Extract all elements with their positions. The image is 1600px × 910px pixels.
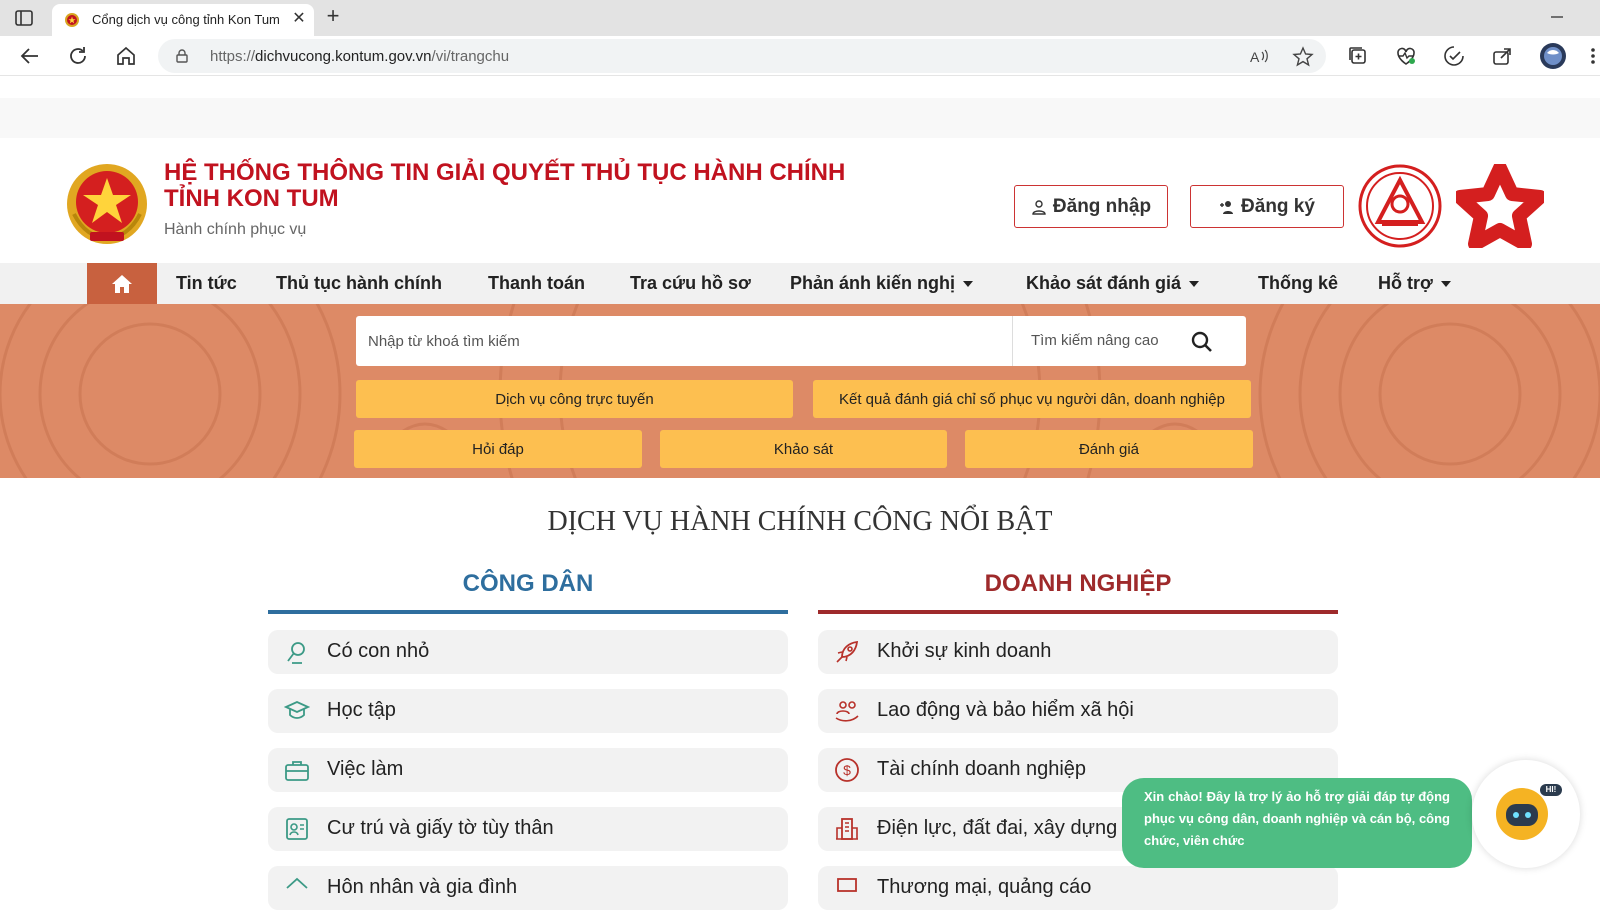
store-icon [834,875,860,901]
service-item-employment[interactable]: Việc làm [268,748,788,792]
nav-home-button[interactable] [87,263,157,304]
search-box: Tìm kiếm nâng cao [356,316,1246,366]
nav-item-lookup[interactable]: Tra cứu hồ sơ [630,273,751,294]
login-button[interactable]: Đăng nhập [1014,185,1168,228]
tab-citizen[interactable]: CÔNG DÂN [268,570,788,598]
rocket-icon [834,639,860,665]
home-icon [284,875,310,901]
tab-business[interactable]: DOANH NGHIỆP [818,570,1338,598]
advanced-search-button[interactable]: Tìm kiếm nâng cao [1012,316,1178,366]
chatbot-badge: HI! [1545,785,1557,794]
evaluation-results-button[interactable]: Kết quả đánh giá chỉ số phục vụ người dâ… [813,380,1251,418]
search-icon[interactable] [1188,328,1216,356]
national-emblem-icon[interactable] [64,162,150,250]
new-tab-icon[interactable]: + [322,5,344,28]
tab-title: Cổng dịch vụ công tỉnh Kon Tum [92,12,280,27]
home-browser-icon[interactable] [114,44,138,68]
nav-item-payment[interactable]: Thanh toán [488,273,585,294]
svg-text:A: A [1250,49,1260,65]
share-icon[interactable] [1490,44,1514,68]
rating-button[interactable]: Đánh giá [965,430,1253,468]
robot-icon [1496,784,1562,840]
more-options-icon[interactable] [1586,44,1600,68]
baby-icon [284,639,310,665]
building-icon [834,816,860,842]
chatbot-greeting-bubble[interactable]: Xin chào! Đây là trợ lý ảo hỗ trợ giải đ… [1122,778,1472,868]
nav-item-feedback[interactable]: Phản ánh kiến nghị [790,273,974,294]
kon-tum-logo-icon [1358,164,1442,248]
id-card-icon [284,816,310,842]
browser-tab-active[interactable]: Cổng dịch vụ công tỉnh Kon Tum ✕ [52,4,314,36]
tab-actions-icon[interactable] [14,8,34,28]
login-label: Đăng nhập [1052,195,1152,217]
digital-star-logo-icon [1453,161,1547,251]
register-label: Đăng ký [1241,195,1315,217]
home-icon [112,274,132,293]
business-underline [818,610,1338,614]
site-subtitle: Hành chính phục vụ [164,221,307,238]
service-item-marriage[interactable]: Hôn nhân và gia đình [268,866,788,910]
user-icon [1032,199,1046,215]
top-band [0,98,1600,138]
lock-icon[interactable] [174,48,190,64]
service-item-small-children[interactable]: Có con nhỏ [268,630,788,674]
survey-button[interactable]: Khảo sát [660,430,947,468]
dollar-icon: $ [834,757,860,783]
hero-banner: Tìm kiếm nâng cao Dịch vụ công trực tuyế… [0,304,1600,478]
nav-item-procedures[interactable]: Thủ tục hành chính [276,273,442,294]
people-icon [834,698,860,724]
service-item-labor-insurance[interactable]: Lao động và bảo hiểm xã hội [818,689,1338,733]
nav-item-news[interactable]: Tin tức [176,273,237,294]
url-text[interactable]: https://dichvucong.kontum.gov.vn/vi/tran… [210,48,509,65]
profile-avatar-icon[interactable] [1538,41,1568,71]
collections-icon[interactable] [1346,44,1370,68]
tab-close-icon[interactable]: ✕ [290,10,308,28]
search-input[interactable] [356,316,1012,366]
read-aloud-icon[interactable]: A [1248,46,1270,68]
window-minimize-icon[interactable] [1548,8,1566,26]
service-item-trade-advertising[interactable]: Thương mại, quảng cáo [818,866,1338,910]
briefcase-icon [284,757,310,783]
chatbot-button[interactable]: HI! [1472,760,1580,868]
online-services-button[interactable]: Dịch vụ công trực tuyến [356,380,793,418]
reload-icon[interactable] [66,44,90,68]
site-favicon-icon [64,12,80,28]
health-heart-icon[interactable] [1394,44,1418,68]
section-title: DỊCH VỤ HÀNH CHÍNH CÔNG NỔI BẬT [547,506,1053,537]
service-item-residence[interactable]: Cư trú và giấy tờ tùy thân [268,807,788,851]
address-bar[interactable]: https://dichvucong.kontum.gov.vn/vi/tran… [158,39,1326,73]
service-item-start-business[interactable]: Khởi sự kinh doanh [818,630,1338,674]
register-button[interactable]: Đăng ký [1190,185,1344,228]
graduation-cap-icon [283,698,311,724]
browser-toolbar: https://dichvucong.kontum.gov.vn/vi/tran… [0,36,1600,76]
chevron-down-icon [1189,281,1200,288]
nav-item-statistics[interactable]: Thống kê [1258,273,1338,294]
user-add-icon [1220,200,1234,214]
extensions-icon[interactable] [1442,44,1466,68]
main-nav: Tin tức Thủ tục hành chính Thanh toán Tr… [0,263,1600,304]
chevron-down-icon [963,281,974,288]
browser-tab-bar: Cổng dịch vụ công tỉnh Kon Tum ✕ + [0,0,1600,36]
svg-text:$: $ [843,762,851,778]
service-item-education[interactable]: Học tập [268,689,788,733]
site-title[interactable]: HỆ THỐNG THÔNG TIN GIẢI QUYẾT THỦ TỤC HÀ… [164,160,845,212]
citizen-underline [268,610,788,614]
qa-button[interactable]: Hỏi đáp [354,430,642,468]
nav-item-support[interactable]: Hỗ trợ [1378,273,1451,294]
nav-item-survey[interactable]: Khảo sát đánh giá [1026,273,1200,294]
back-icon[interactable] [18,44,42,68]
chevron-down-icon [1440,281,1451,288]
favorite-star-icon[interactable] [1292,46,1314,68]
